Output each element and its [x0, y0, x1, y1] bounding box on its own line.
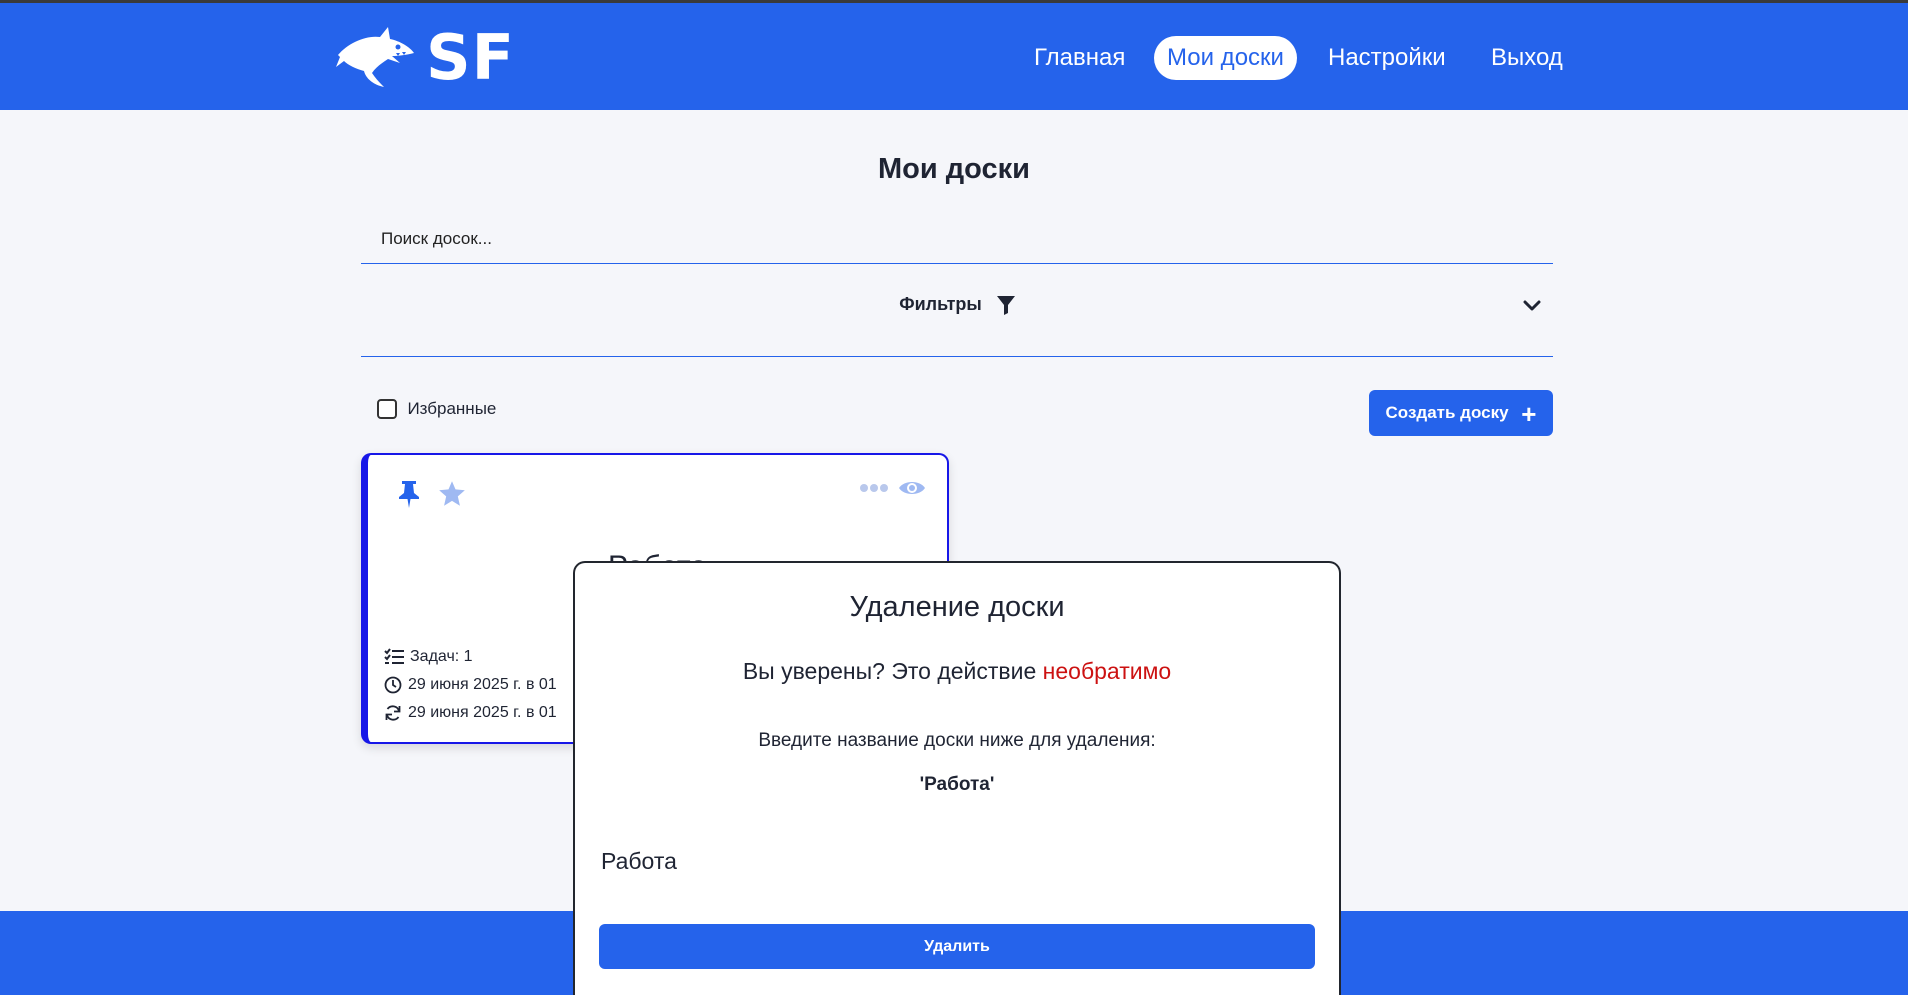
pin-icon[interactable]	[398, 480, 420, 508]
warning-emphasis: необратимо	[1042, 658, 1172, 684]
clock-icon	[384, 676, 402, 694]
plus-icon: +	[1521, 398, 1537, 429]
nav-item-settings[interactable]: Настройки	[1315, 36, 1459, 80]
delete-board-modal: Удаление доски Вы уверены? Это действие …	[573, 561, 1341, 995]
task-list-icon	[384, 648, 404, 664]
board-created-date: 29 июня 2025 г. в 01	[384, 676, 557, 694]
search-input[interactable]	[361, 215, 1553, 263]
search-bar	[361, 215, 1553, 264]
eye-icon[interactable]	[898, 478, 926, 498]
star-icon[interactable]	[438, 480, 466, 507]
delete-button[interactable]: Удалить	[599, 924, 1315, 969]
board-task-count: Задач: 1	[384, 648, 473, 666]
create-board-button[interactable]: Создать доску +	[1369, 390, 1553, 436]
confirm-name-input[interactable]	[601, 841, 1301, 881]
more-options-icon[interactable]	[860, 483, 888, 493]
warning-text: Вы уверены? Это действие	[742, 658, 1043, 684]
favorites-label: Избранные	[407, 399, 497, 418]
board-updated-date: 29 июня 2025 г. в 01	[384, 704, 557, 722]
main-nav: Главная Мои доски Настройки Выход	[0, 36, 1908, 80]
create-board-label: Создать доску	[1385, 403, 1509, 422]
chevron-down-icon[interactable]	[1523, 300, 1541, 312]
header: SF Главная Мои доски Настройки Выход	[0, 3, 1908, 110]
filters-toggle[interactable]: Фильтры	[361, 294, 1553, 316]
nav-item-my-boards[interactable]: Мои доски	[1154, 36, 1297, 80]
modal-warning: Вы уверены? Это действие необратимо	[575, 658, 1339, 685]
favorites-filter[interactable]: Избранные	[377, 399, 496, 421]
filters-panel[interactable]: Фильтры	[361, 264, 1553, 357]
modal-hint: Введите название доски ниже для удаления…	[758, 730, 1156, 751]
modal-title: Удаление доски	[849, 591, 1065, 623]
board-name-to-confirm: 'Работа'	[919, 774, 995, 795]
nav-item-logout[interactable]: Выход	[1478, 36, 1576, 80]
filter-icon	[996, 296, 1015, 316]
page-title: Мои доски	[878, 153, 1030, 185]
refresh-icon	[385, 705, 401, 721]
favorites-checkbox[interactable]	[377, 399, 397, 419]
nav-item-home[interactable]: Главная	[1021, 36, 1138, 80]
filters-label: Фильтры	[899, 294, 982, 314]
